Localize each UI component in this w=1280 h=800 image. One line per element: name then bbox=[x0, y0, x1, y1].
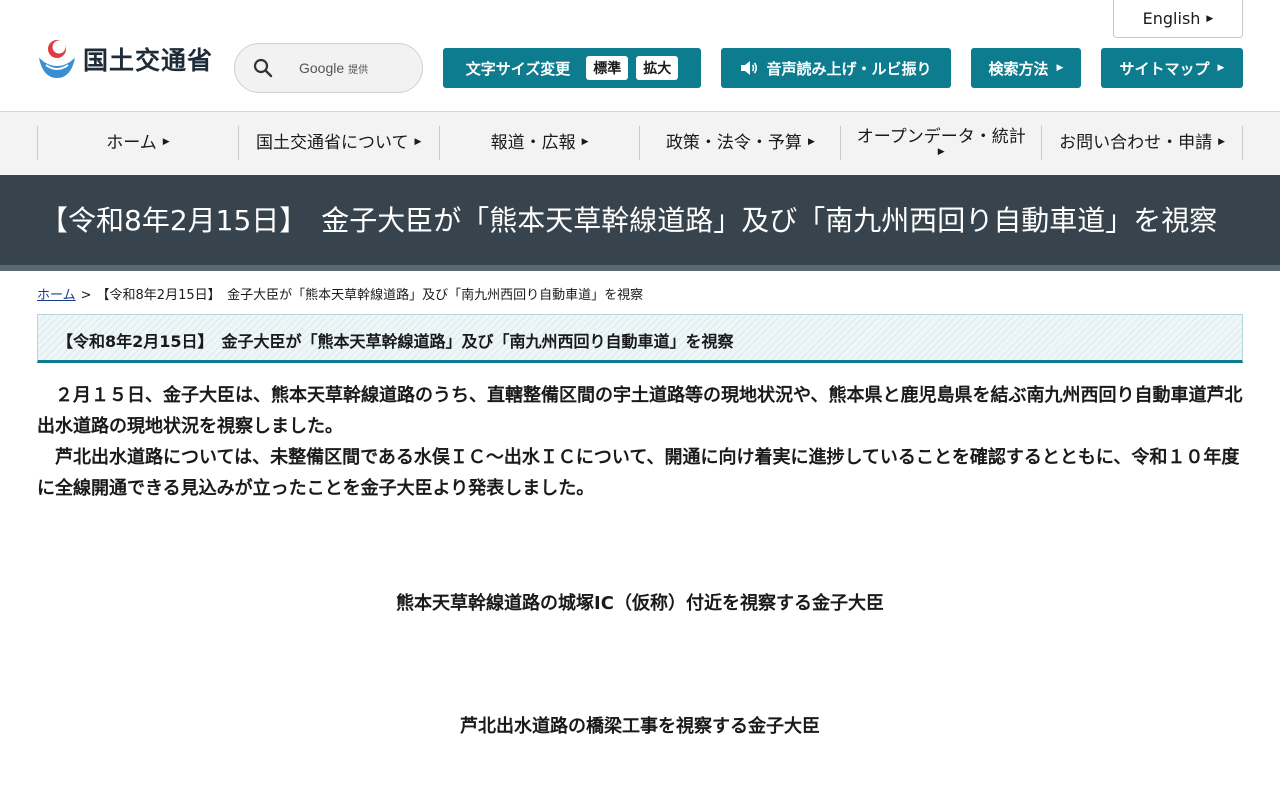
triangle-right-icon: ▶ bbox=[937, 147, 945, 158]
site-search-input[interactable]: Google 提供 bbox=[234, 43, 423, 93]
nav-item-label: ホーム bbox=[106, 132, 157, 153]
mlit-logo-icon bbox=[39, 40, 75, 78]
nav-item-about[interactable]: 国土交通省について ▶ bbox=[237, 126, 439, 160]
triangle-right-icon: ▶ bbox=[581, 137, 589, 148]
article-paragraph: 芦北出水道路については、未整備区間である水俣ＩＣ～出水ＩＣについて、開通に向け着… bbox=[37, 447, 1240, 499]
page-title-banner: 【令和8年2月15日】 金子大臣が「熊本天草幹線道路」及び「南九州西回り自動車道… bbox=[0, 175, 1280, 271]
breadcrumb-current: 【令和8年2月15日】 金子大臣が「熊本天草幹線道路」及び「南九州西回り自動車道… bbox=[96, 288, 644, 303]
english-label: English bbox=[1142, 9, 1201, 28]
triangle-right-icon: ▶ bbox=[162, 137, 170, 148]
page-title: 【令和8年2月15日】 金子大臣が「熊本天草幹線道路」及び「南九州西回り自動車道… bbox=[40, 204, 1218, 237]
photo-caption: 芦北出水道路の橋梁工事を視察する金子大臣 bbox=[460, 716, 820, 737]
voice-ruby-label: 音声読み上げ・ルビ振り bbox=[766, 59, 932, 78]
search-method-button[interactable]: 検索方法 ▶ bbox=[971, 48, 1081, 88]
search-method-label: 検索方法 bbox=[988, 59, 1049, 78]
global-nav: ホーム ▶ 国土交通省について ▶ 報道・広報 ▶ 政策・法令・予算 ▶ オープンデータ… bbox=[0, 111, 1280, 175]
english-link[interactable]: English ▶ bbox=[1113, 0, 1243, 38]
triangle-right-icon: ▶ bbox=[414, 137, 422, 148]
breadcrumb: ホーム > 【令和8年2月15日】 金子大臣が「熊本天草幹線道路」及び「南九州西回り… bbox=[37, 284, 643, 303]
text-size-standard-button[interactable]: 標準 bbox=[586, 56, 629, 80]
nav-item-label: オープンデータ・統計 bbox=[856, 126, 1026, 147]
nav-item-press[interactable]: 報道・広報 ▶ bbox=[438, 126, 640, 160]
search-provider: Google 提供 bbox=[299, 60, 368, 76]
triangle-right-icon: ▶ bbox=[1217, 63, 1225, 73]
article-heading: 【令和8年2月15日】 金子大臣が「熊本天草幹線道路」及び「南九州西回り自動車道… bbox=[57, 332, 734, 351]
text-size-large-button[interactable]: 拡大 bbox=[636, 56, 679, 80]
triangle-right-icon: ▶ bbox=[1206, 13, 1214, 24]
search-provider-name: Google bbox=[299, 60, 345, 76]
breadcrumb-separator: > bbox=[80, 288, 92, 303]
sitemap-label: サイトマップ bbox=[1119, 59, 1210, 78]
nav-item-home[interactable]: ホーム ▶ bbox=[37, 126, 238, 160]
nav-item-contact[interactable]: お問い合わせ・申請 ▶ bbox=[1041, 126, 1243, 160]
voice-ruby-button[interactable]: 音声読み上げ・ルビ振り bbox=[721, 48, 951, 88]
text-size-label: 文字サイズ変更 bbox=[465, 59, 571, 78]
triangle-right-icon: ▶ bbox=[1056, 63, 1064, 73]
article-paragraph: ２月１５日、金子大臣は、熊本天草幹線道路のうち、直轄整備区間の宇土道路等の現地状… bbox=[37, 385, 1243, 437]
triangle-right-icon: ▶ bbox=[1218, 137, 1226, 148]
text-size-control: 文字サイズ変更 標準 拡大 bbox=[443, 48, 701, 88]
article-body: ２月１５日、金子大臣は、熊本天草幹線道路のうち、直轄整備区間の宇土道路等の現地状… bbox=[37, 380, 1247, 504]
logo-text: 国土交通省 bbox=[83, 46, 214, 75]
sitemap-button[interactable]: サイトマップ ▶ bbox=[1101, 48, 1243, 88]
nav-item-policy[interactable]: 政策・法令・予算 ▶ bbox=[639, 126, 840, 160]
breadcrumb-home-link[interactable]: ホーム bbox=[37, 288, 76, 303]
article-heading-box: 【令和8年2月15日】 金子大臣が「熊本天草幹線道路」及び「南九州西回り自動車道… bbox=[37, 314, 1243, 363]
photo-caption: 熊本天草幹線道路の城塚IC（仮称）付近を視察する金子大臣 bbox=[396, 593, 884, 614]
nav-item-label: 政策・法令・予算 bbox=[665, 132, 802, 153]
site-logo[interactable]: 国土交通省 bbox=[37, 38, 213, 80]
nav-item-label: 報道・広報 bbox=[490, 132, 576, 153]
search-provider-suffix: 提供 bbox=[348, 65, 369, 76]
nav-item-label: 国土交通省について bbox=[256, 132, 409, 153]
search-icon bbox=[253, 58, 273, 78]
nav-item-opendata[interactable]: オープンデータ・統計 ▶ bbox=[840, 126, 1041, 160]
speaker-icon bbox=[741, 61, 758, 75]
nav-item-label: お問い合わせ・申請 bbox=[1059, 132, 1213, 153]
triangle-right-icon: ▶ bbox=[807, 137, 815, 148]
